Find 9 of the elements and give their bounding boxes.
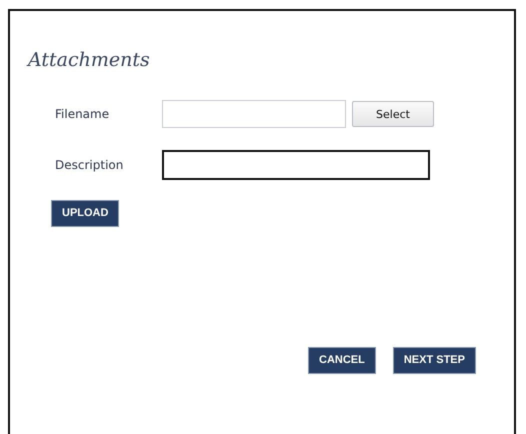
- description-field[interactable]: [162, 150, 430, 180]
- cancel-button[interactable]: CANCEL: [308, 346, 376, 374]
- dialog-title: Attachments: [28, 49, 151, 71]
- filename-field[interactable]: [162, 100, 346, 128]
- next-step-button[interactable]: NEXT STEP: [392, 346, 476, 374]
- select-button[interactable]: Select: [352, 101, 434, 127]
- field-label: Filename: [54, 107, 110, 121]
- upload-button[interactable]: UPLOAD: [51, 200, 120, 226]
- field-label: Description: [54, 158, 124, 172]
